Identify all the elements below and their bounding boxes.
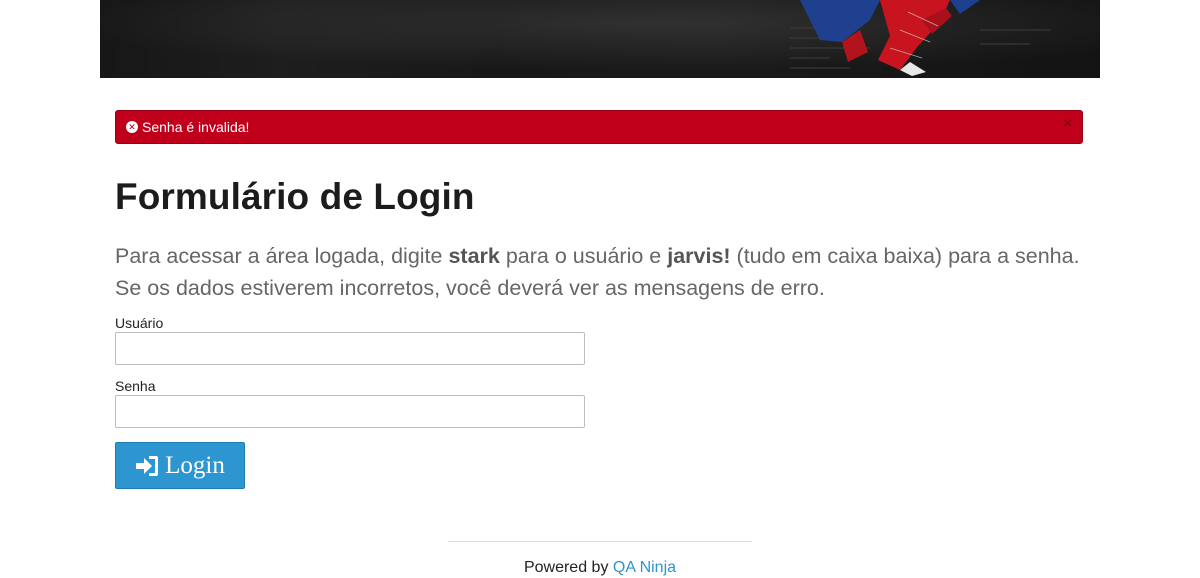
page-title: Formulário de Login <box>115 176 475 217</box>
spiderman-hero-image <box>100 0 1100 78</box>
footer-powered-text: Powered by <box>523 559 613 576</box>
username-input[interactable] <box>115 332 585 365</box>
instructions-password-value: jarvis! <box>667 244 731 268</box>
x-circle-icon: ✕ <box>126 121 138 133</box>
page: ✕ Senha é invalida! × Formulário de Logi… <box>0 0 1200 578</box>
footer: Powered by QA Ninja <box>0 559 1200 577</box>
password-input[interactable] <box>115 395 585 428</box>
instructions-user-value: stark <box>448 244 500 268</box>
instructions-line1-part2: para o usuário e <box>499 244 668 268</box>
login-button[interactable]: Login <box>115 442 245 489</box>
login-button-label: Login <box>165 451 225 479</box>
password-label: Senha <box>115 378 156 394</box>
instructions-text: Para acessar a área logada, digite stark… <box>115 240 1095 304</box>
error-alert: ✕ Senha é invalida! × <box>115 110 1083 144</box>
instructions-line1-part3: (tudo em caixa baixa) para a senha. <box>730 244 1080 268</box>
hero-banner <box>100 0 1100 78</box>
alert-message: Senha é invalida! <box>142 119 250 135</box>
alert-close-button[interactable]: × <box>1063 115 1072 132</box>
sign-in-icon <box>136 455 159 476</box>
qa-ninja-link[interactable]: QA Ninja <box>613 559 676 576</box>
instructions-line2: Se os dados estiverem incorretos, você d… <box>115 276 825 300</box>
instructions-line1-part1: Para acessar a área logada, digite <box>115 244 449 268</box>
username-label: Usuário <box>115 315 164 331</box>
footer-divider <box>448 541 752 542</box>
